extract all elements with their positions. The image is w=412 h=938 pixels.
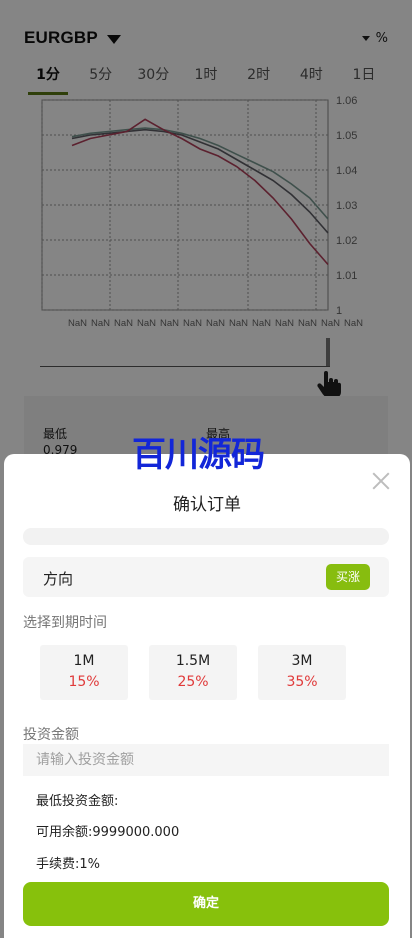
expiry-duration: 1M — [73, 653, 95, 669]
direction-badge[interactable]: 买涨 — [326, 564, 370, 590]
sheet-title: 确认订单 — [173, 495, 241, 515]
amount-label: 投资金额 — [23, 727, 79, 743]
order-sheet: 确认订单 方向 买涨 选择到期时间 1M 15% 1.5M 25% 3M 35%… — [4, 454, 410, 938]
balance-text: 可用余额:9999000.000 — [36, 825, 180, 840]
min-amount-text: 最低投资金额: — [36, 794, 119, 809]
expiry-duration: 3M — [291, 653, 313, 669]
direction-label: 方向 — [43, 570, 74, 588]
expiry-option[interactable]: 1M 15% — [40, 645, 128, 700]
direction-row: 方向 买涨 — [23, 557, 389, 597]
expiry-option[interactable]: 3M 35% — [258, 645, 346, 700]
expiry-label: 选择到期时间 — [23, 615, 107, 631]
close-icon[interactable] — [370, 470, 392, 492]
watermark-logo: 百川源码 — [132, 435, 265, 475]
expiry-rate: 25% — [177, 674, 209, 690]
amount-input[interactable] — [23, 744, 389, 776]
expiry-option[interactable]: 1.5M 25% — [149, 645, 237, 700]
empty-info-bar — [23, 528, 389, 545]
expiry-rate: 15% — [68, 674, 100, 690]
fee-text: 手续费:1% — [36, 857, 101, 872]
expiry-duration: 1.5M — [175, 653, 211, 669]
expiry-rate: 35% — [286, 674, 318, 690]
confirm-button[interactable]: 确定 — [23, 882, 389, 926]
